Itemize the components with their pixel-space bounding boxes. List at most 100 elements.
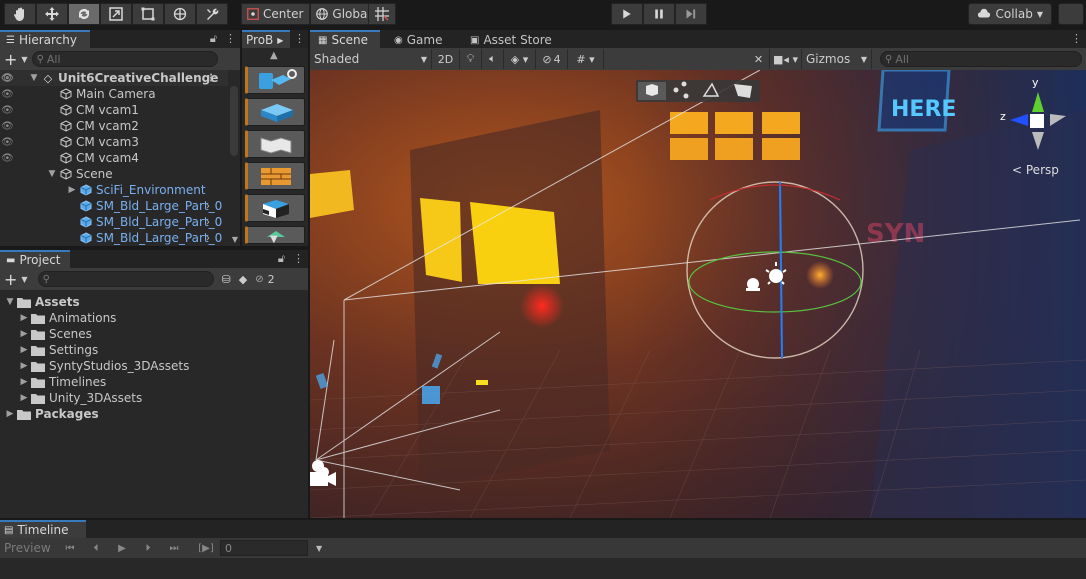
- hierarchy-scrollbar[interactable]: [230, 86, 238, 156]
- hierarchy-item[interactable]: 👁︎ CM vcam2: [0, 118, 228, 134]
- project-search-input[interactable]: [52, 272, 213, 286]
- hierarchy-search-input[interactable]: [46, 52, 217, 66]
- new-shape-button[interactable]: [245, 66, 305, 94]
- account-button[interactable]: [1058, 3, 1084, 25]
- tab-hierarchy[interactable]: ☰ Hierarchy: [0, 30, 90, 48]
- audio-toggle-button[interactable]: 🔈︎: [482, 49, 504, 69]
- go-to-start-button[interactable]: ⏮: [58, 539, 82, 557]
- visibility-eye-icon[interactable]: 👁︎: [1, 121, 15, 132]
- vertex-icon[interactable]: [673, 87, 679, 93]
- project-folder-item[interactable]: ▶ Scenes: [4, 326, 189, 342]
- expand-arrow-icon[interactable]: ▶: [18, 377, 30, 387]
- tab-scene[interactable]: ▦ Scene: [310, 30, 380, 48]
- gizmos-dropdown[interactable]: Gizmos ▼: [802, 49, 872, 69]
- hierarchy-item[interactable]: SM_Bld_Large_Part_0 ›: [0, 198, 228, 214]
- material-editor-button[interactable]: [245, 130, 305, 158]
- scene-search[interactable]: ⚲: [880, 51, 1082, 67]
- play-button[interactable]: [611, 3, 643, 25]
- vertex-colors-button[interactable]: [245, 194, 305, 222]
- hierarchy-item[interactable]: ▼ Scene: [0, 166, 228, 182]
- effects-dropdown[interactable]: ◈ ▾: [504, 49, 536, 69]
- more-menu-icon[interactable]: ⋮: [294, 32, 305, 45]
- tab-game[interactable]: ◉ Game: [380, 30, 458, 48]
- shading-mode-dropdown[interactable]: Shaded ▼: [310, 49, 432, 69]
- lock-icon[interactable]: 🔓︎: [210, 32, 217, 46]
- hierarchy-item[interactable]: 👁︎ CM vcam1: [0, 102, 228, 118]
- hidden-objects-toggle[interactable]: ⊘ 4: [536, 49, 568, 69]
- project-folder-item[interactable]: ▶ Timelines: [4, 374, 189, 390]
- hierarchy-item[interactable]: SM_Bld_Large_Part_0 ›: [0, 214, 228, 230]
- expand-arrow-icon[interactable]: ▼: [28, 73, 40, 83]
- scene-search-input[interactable]: [895, 52, 1081, 66]
- tools-button[interactable]: ✕: [748, 49, 770, 69]
- project-search[interactable]: ⚲: [37, 271, 214, 287]
- rotate-tool-button[interactable]: [68, 3, 100, 25]
- expand-arrow-icon[interactable]: ▶: [4, 409, 16, 419]
- expand-arrow-icon[interactable]: ▶: [18, 329, 30, 339]
- chevron-right-icon[interactable]: ›: [206, 233, 210, 244]
- tab-project[interactable]: ▬ Project: [0, 250, 70, 268]
- expand-arrow-icon[interactable]: ▶: [18, 345, 30, 355]
- hierarchy-item[interactable]: ▶ SciFi_Environment: [0, 182, 228, 198]
- chevron-down-icon[interactable]: ▼: [316, 544, 322, 553]
- hidden-packages-icon[interactable]: ⊘: [255, 274, 263, 285]
- grid-snap-button[interactable]: [368, 3, 396, 25]
- play-range-button[interactable]: [▶]: [194, 539, 218, 557]
- expand-arrow-icon[interactable]: ▶: [18, 393, 30, 403]
- expand-arrow-icon[interactable]: ▶: [18, 361, 30, 371]
- more-menu-icon[interactable]: ⋮: [225, 32, 236, 46]
- camera-dropdown[interactable]: ■◂ ▾: [770, 49, 802, 69]
- hierarchy-scene-root[interactable]: 👁︎ ▼ ◇ Unit6CreativeChallenge ⋮: [0, 70, 228, 86]
- scroll-up-arrow-icon[interactable]: ▲: [270, 50, 278, 61]
- project-folder-item[interactable]: ▶ Settings: [4, 342, 189, 358]
- new-poly-shape-button[interactable]: [245, 98, 305, 126]
- chevron-right-icon[interactable]: ›: [206, 217, 210, 228]
- pause-button[interactable]: [643, 3, 675, 25]
- transform-tool-button[interactable]: [164, 3, 196, 25]
- filter-by-type-icon[interactable]: ⛁: [222, 273, 231, 286]
- timeline-play-button[interactable]: ▶: [110, 539, 134, 557]
- lighting-toggle-button[interactable]: 💡︎: [460, 49, 482, 69]
- more-menu-icon[interactable]: ⋮: [293, 252, 304, 266]
- visibility-eye-icon[interactable]: 👁︎: [1, 105, 15, 116]
- visibility-eye-icon[interactable]: 👁︎: [1, 153, 15, 164]
- collab-dropdown[interactable]: Collab ▼: [968, 3, 1052, 25]
- next-frame-button[interactable]: ⏵: [136, 539, 160, 557]
- pivot-center-button[interactable]: Center: [241, 3, 311, 25]
- project-folder-item[interactable]: ▶ Packages: [4, 406, 189, 422]
- visibility-eye-icon[interactable]: 👁︎: [1, 73, 15, 84]
- grid-dropdown[interactable]: # ▾: [568, 49, 604, 69]
- step-button[interactable]: [675, 3, 707, 25]
- scroll-down-arrow-icon[interactable]: ▼: [270, 234, 278, 245]
- project-folder-item[interactable]: ▶ SyntyStudios_3DAssets: [4, 358, 190, 374]
- hand-tool-button[interactable]: [4, 3, 36, 25]
- more-menu-icon[interactable]: ⋮: [1071, 32, 1082, 45]
- 2d-toggle-button[interactable]: 2D: [432, 49, 460, 69]
- rect-tool-button[interactable]: [132, 3, 164, 25]
- add-icon[interactable]: +: [4, 270, 17, 289]
- previous-frame-button[interactable]: ⏴: [84, 539, 108, 557]
- scale-tool-button[interactable]: [100, 3, 132, 25]
- hierarchy-item[interactable]: 👁︎ Main Camera: [0, 86, 228, 102]
- chevron-right-icon[interactable]: ›: [206, 201, 210, 212]
- hierarchy-search[interactable]: ⚲: [31, 51, 218, 67]
- custom-tool-button[interactable]: [196, 3, 228, 25]
- add-icon[interactable]: +: [4, 50, 17, 69]
- expand-arrow-icon[interactable]: ▼: [4, 297, 16, 307]
- tab-timeline[interactable]: ▤ Timeline: [0, 520, 86, 538]
- chevron-down-icon[interactable]: ▼: [21, 275, 27, 284]
- expand-arrow-icon[interactable]: ▶: [18, 313, 30, 323]
- project-folder-item[interactable]: ▶ Unity_3DAssets: [4, 390, 189, 406]
- projection-label[interactable]: < Persp: [1012, 163, 1059, 177]
- filter-by-label-icon[interactable]: ◆: [239, 273, 247, 286]
- chevron-down-icon[interactable]: ▼: [21, 55, 27, 64]
- hierarchy-item[interactable]: 👁︎ CM vcam3: [0, 134, 228, 150]
- visibility-eye-icon[interactable]: 👁︎: [1, 89, 15, 100]
- uv-editor-button[interactable]: [245, 162, 305, 190]
- frame-field[interactable]: 0: [220, 540, 308, 556]
- hierarchy-item[interactable]: 👁︎ CM vcam4: [0, 150, 228, 166]
- scene-viewport[interactable]: HERE SYN y z < Persp: [310, 70, 1086, 518]
- lock-icon[interactable]: 🔓︎: [278, 252, 285, 266]
- expand-arrow-icon[interactable]: ▼: [46, 169, 58, 179]
- scroll-down-arrow-icon[interactable]: ▼: [232, 235, 238, 244]
